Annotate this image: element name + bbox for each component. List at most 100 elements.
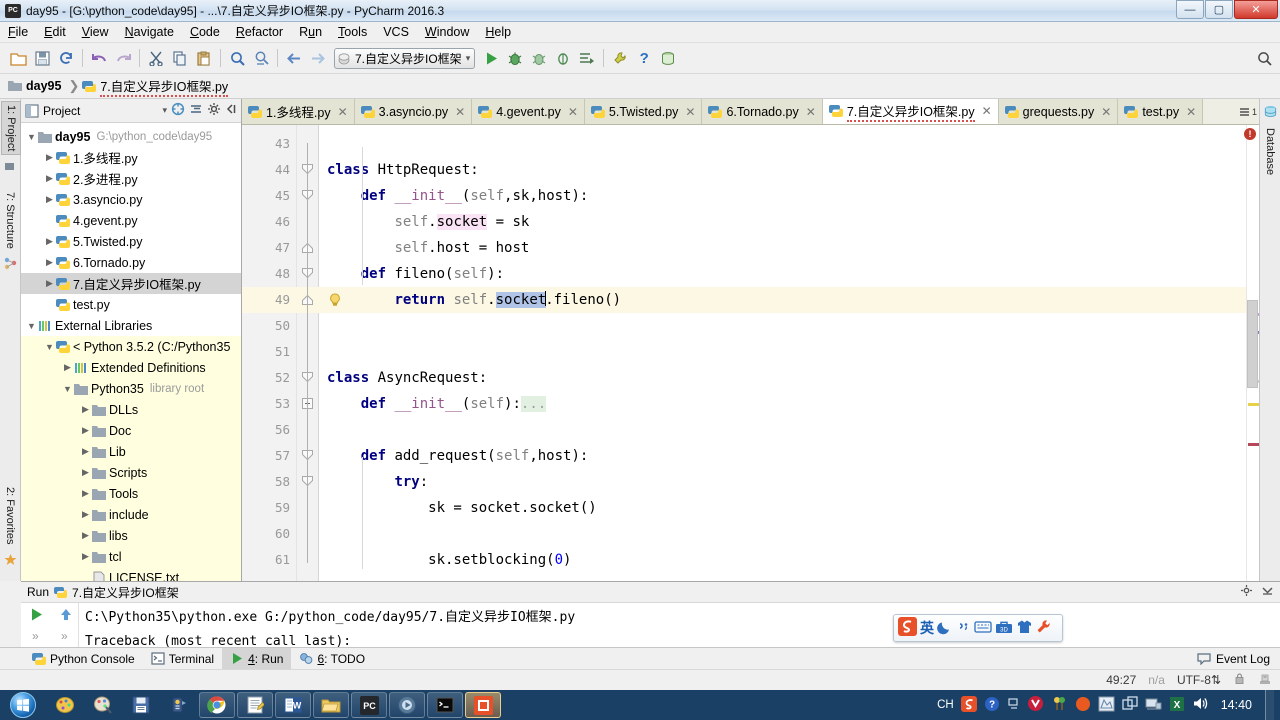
code-line[interactable]: def __init__(self,sk,host):: [327, 183, 1259, 209]
sogou-logo-icon[interactable]: [898, 617, 917, 639]
editor-tab[interactable]: 7.自定义异步IO框架.py✕: [823, 99, 999, 124]
tray-windows-icon[interactable]: [1122, 696, 1138, 714]
undo-icon[interactable]: [87, 46, 111, 70]
save-all-icon[interactable]: [30, 46, 54, 70]
project-chevron-down-icon[interactable]: ▾: [162, 105, 167, 116]
editor-tab[interactable]: 6.Tornado.py✕: [702, 99, 822, 124]
code-line[interactable]: class AsyncRequest:: [327, 365, 1259, 391]
open-folder-icon[interactable]: [6, 46, 30, 70]
chevron-right-icon[interactable]: ▶: [79, 467, 92, 478]
menu-help[interactable]: Help: [477, 23, 519, 41]
tree-item[interactable]: ▶6.Tornado.py: [21, 252, 241, 273]
minimize-button[interactable]: —: [1176, 0, 1204, 19]
tray-network-icon[interactable]: [1145, 696, 1162, 715]
redo-icon[interactable]: [111, 46, 135, 70]
tree-item[interactable]: ▼External Libraries: [21, 315, 241, 336]
menu-navigate[interactable]: Navigate: [117, 23, 182, 41]
toolbox-icon[interactable]: 3D: [995, 619, 1013, 637]
moon-icon[interactable]: [937, 619, 953, 638]
tree-item[interactable]: ▶5.Twisted.py: [21, 231, 241, 252]
code-line[interactable]: def fileno(self):: [327, 261, 1259, 287]
search-everywhere-icon[interactable]: [1257, 51, 1272, 69]
intention-bulb-icon[interactable]: [328, 293, 341, 306]
chevron-right-icon[interactable]: ▶: [43, 194, 56, 205]
scroll-up-button[interactable]: [59, 607, 73, 625]
expand-right-icon[interactable]: »: [61, 629, 68, 643]
database-toolbar-icon[interactable]: [656, 46, 680, 70]
expand-left-icon[interactable]: »: [32, 629, 39, 643]
tray-expand-icon[interactable]: [1007, 697, 1020, 713]
tree-item[interactable]: ▼Python35library root: [21, 378, 241, 399]
start-button[interactable]: [0, 690, 46, 720]
menu-edit[interactable]: Edit: [36, 23, 74, 41]
menu-code[interactable]: Code: [182, 23, 228, 41]
editor-tab[interactable]: 1.多线程.py✕: [242, 99, 355, 124]
tab-list-button[interactable]: 1: [1238, 103, 1258, 121]
taskbar-colorpicker-icon[interactable]: [85, 692, 121, 718]
tray-antivirus-icon[interactable]: [1027, 695, 1044, 715]
taskbar-sogou-icon[interactable]: [465, 692, 501, 718]
chevron-right-icon[interactable]: ▶: [43, 152, 56, 163]
code-line[interactable]: def add_request(self,host):: [327, 443, 1259, 469]
tree-item[interactable]: ▶1.多线程.py: [21, 147, 241, 168]
line-separator[interactable]: n/a: [1148, 673, 1165, 687]
menu-refactor[interactable]: Refactor: [228, 23, 291, 41]
close-icon[interactable]: ✕: [338, 105, 348, 119]
paste-icon[interactable]: [192, 46, 216, 70]
hide-panel-icon[interactable]: [225, 103, 237, 118]
tree-item[interactable]: ▶2.多进程.py: [21, 168, 241, 189]
code-line[interactable]: self.socket = sk: [327, 209, 1259, 235]
run-with-params-icon[interactable]: [575, 46, 599, 70]
breadcrumb-project[interactable]: day95: [8, 79, 65, 93]
sync-refresh-icon[interactable]: [54, 46, 78, 70]
cut-icon[interactable]: [144, 46, 168, 70]
tree-item[interactable]: LICENSE.txt: [21, 567, 241, 581]
code-line[interactable]: [327, 521, 1259, 547]
sidebar-item-project[interactable]: 1: Project: [1, 101, 21, 155]
taskbar-paint-icon[interactable]: [47, 692, 83, 718]
chevron-right-icon[interactable]: ▶: [79, 404, 92, 415]
tree-item[interactable]: ▶7.自定义异步IO框架.py: [21, 273, 241, 294]
taskbar-media-icon[interactable]: [389, 692, 425, 718]
chevron-right-icon[interactable]: ▶: [43, 278, 56, 289]
keyboard-icon[interactable]: [974, 620, 992, 637]
taskbar-word-icon[interactable]: W: [275, 692, 311, 718]
taskbar-pycharm-icon[interactable]: PC: [351, 692, 387, 718]
tray-ime-label[interactable]: CH: [937, 699, 954, 711]
show-desktop-button[interactable]: [1265, 690, 1274, 720]
tree-item[interactable]: ▼< Python 3.5.2 (C:/Python35: [21, 336, 241, 357]
tree-item[interactable]: ▶Lib: [21, 441, 241, 462]
bottom-tab-todo[interactable]: 6: TODO: [291, 648, 373, 669]
tray-help-icon[interactable]: ?: [984, 696, 1000, 715]
chevron-right-icon[interactable]: ▶: [79, 446, 92, 457]
menu-file[interactable]: File: [0, 23, 36, 41]
tree-item[interactable]: ▼day95G:\python_code\day95: [21, 126, 241, 147]
sogou-ime-toolbar[interactable]: 英 3D: [893, 614, 1063, 642]
menu-vcs[interactable]: VCS: [375, 23, 417, 41]
chevron-down-icon[interactable]: ▾: [466, 53, 471, 64]
gear-icon[interactable]: [207, 102, 221, 119]
run-hide-icon[interactable]: [1261, 585, 1274, 599]
chevron-down-icon[interactable]: ▼: [25, 321, 38, 331]
code-line[interactable]: def __init__(self):...: [327, 391, 1259, 417]
code-line[interactable]: class HttpRequest:: [327, 157, 1259, 183]
sidebar-item-database[interactable]: Database: [1261, 125, 1279, 178]
caret-position[interactable]: 49:27: [1106, 673, 1136, 687]
close-icon[interactable]: ✕: [1186, 105, 1196, 119]
forward-icon[interactable]: [306, 46, 330, 70]
code-line[interactable]: [327, 339, 1259, 365]
ime-mode-label[interactable]: 英: [920, 618, 934, 638]
tray-map-icon[interactable]: [1098, 696, 1115, 715]
hector-icon[interactable]: [1258, 672, 1272, 688]
breadcrumb-file[interactable]: 7.自定义异步IO框架.py: [82, 76, 232, 97]
sidebar-item-favorites[interactable]: 2: Favorites: [1, 484, 19, 547]
chevron-right-icon[interactable]: ▶: [79, 509, 92, 520]
chevron-right-icon[interactable]: ▶: [43, 236, 56, 247]
tree-item[interactable]: 4.gevent.py: [21, 210, 241, 231]
code-line[interactable]: [327, 131, 1259, 157]
lock-icon[interactable]: [1233, 672, 1246, 688]
tray-record-icon[interactable]: [1075, 696, 1091, 715]
editor-tab[interactable]: 4.gevent.py✕: [472, 99, 585, 124]
tree-item[interactable]: ▶libs: [21, 525, 241, 546]
tree-item[interactable]: ▶Doc: [21, 420, 241, 441]
